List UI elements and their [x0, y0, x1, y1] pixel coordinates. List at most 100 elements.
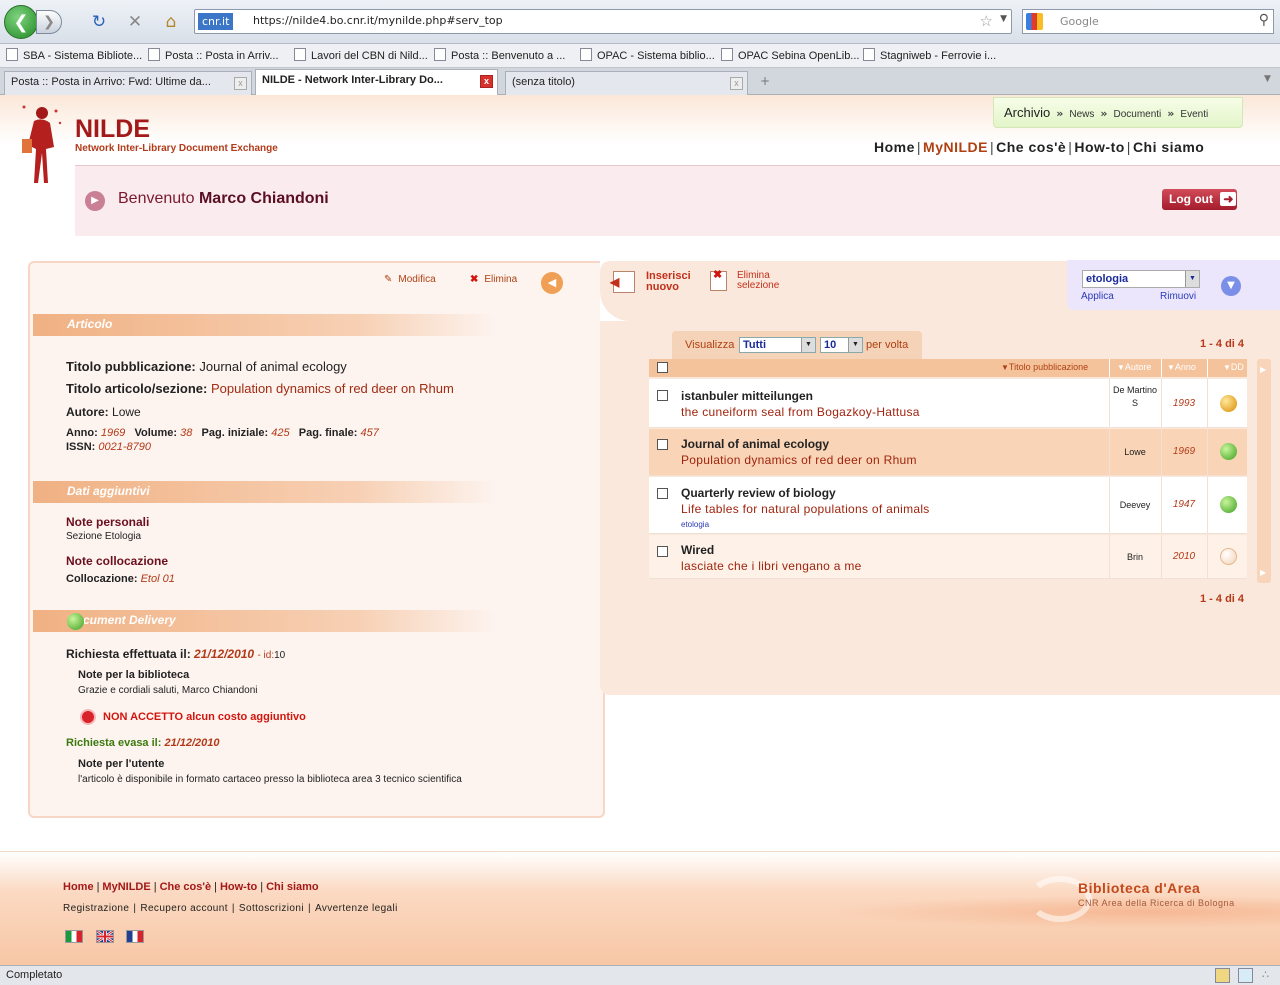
col-year-header[interactable]: ▼Anno: [1167, 362, 1196, 372]
nav-about[interactable]: Chi siamo: [1133, 139, 1204, 155]
close-tab-icon[interactable]: x: [730, 77, 743, 90]
dd-fulfilled-icon[interactable]: [1220, 496, 1237, 513]
new-tab-icon[interactable]: +: [760, 74, 770, 88]
search-bar[interactable]: Google ⚲: [1022, 9, 1274, 34]
table-row[interactable]: Wired lasciate che i libri vengano a me …: [649, 535, 1247, 579]
search-input[interactable]: Google: [1060, 15, 1099, 28]
archive-link[interactable]: Archivio: [1004, 105, 1050, 120]
row-checkbox[interactable]: [657, 546, 668, 557]
table-scrollbar[interactable]: ▶ ▶: [1257, 359, 1271, 583]
tag-filter-select[interactable]: etologia ▼: [1082, 270, 1200, 288]
logo-subtitle: Network Inter-Library Document Exchange: [75, 143, 278, 154]
close-tab-icon[interactable]: x: [234, 77, 247, 90]
back-button[interactable]: ❮: [4, 5, 38, 39]
nav-home[interactable]: Home: [874, 139, 915, 155]
table-row[interactable]: Quarterly review of biology Life tables …: [649, 477, 1247, 534]
logout-button[interactable]: Log out ➜: [1162, 189, 1237, 210]
dd-fulfilled-icon[interactable]: [1220, 443, 1237, 460]
row-checkbox[interactable]: [657, 439, 668, 450]
dd-pending-icon[interactable]: [1220, 395, 1237, 412]
col-title-header[interactable]: ▼Titolo pubblicazione: [1001, 362, 1088, 372]
apply-filter-link[interactable]: Applica: [1081, 291, 1114, 302]
scroll-up-icon[interactable]: ▶: [1260, 365, 1266, 374]
table-row-selected[interactable]: Journal of animal ecology Population dyn…: [649, 429, 1247, 476]
table-row[interactable]: istanbuler mitteilungen the cuneiform se…: [649, 379, 1247, 428]
italian-flag-icon[interactable]: [65, 930, 83, 943]
bookmark-item[interactable]: Posta :: Posta in Arriv...: [148, 48, 279, 62]
insert-new-button[interactable]: ◀ Inserisci nuovo: [610, 271, 691, 293]
bookmark-item[interactable]: Posta :: Benvenuto a ...: [434, 48, 565, 62]
footer-what-is-link[interactable]: Che cos'è: [160, 881, 212, 893]
legal-notes-link[interactable]: Avvertenze legali: [315, 903, 398, 914]
arrow-right-icon: ➜: [1220, 192, 1237, 206]
biblioteca-title[interactable]: Biblioteca d'Area: [1078, 880, 1200, 896]
nav-how-to[interactable]: How-to: [1074, 139, 1124, 155]
collapse-arrow-icon[interactable]: ◀: [541, 272, 563, 294]
main-nav: Home | MyNILDE | Che cos'è | How-to | Chi siamo: [874, 139, 1205, 155]
fulfilled-date: 21/12/2010: [164, 737, 220, 749]
row-year: 1969: [1172, 446, 1196, 457]
view-options-tab: Visualizza Tutti ▼ 10 ▼ per volta: [672, 331, 922, 359]
bookmark-star-icon[interactable]: ☆: [980, 12, 993, 30]
bookmark-item[interactable]: OPAC Sebina OpenLib...: [721, 48, 859, 62]
bookmark-item[interactable]: Stagniweb - Ferrovie i...: [863, 48, 996, 62]
home-icon[interactable]: ⌂: [160, 11, 182, 33]
resize-grip-icon[interactable]: ∴: [1262, 968, 1269, 981]
row-checkbox[interactable]: [657, 488, 668, 499]
tab-list-icon[interactable]: ▼: [1264, 74, 1271, 84]
magnifier-icon[interactable]: ⚲: [1259, 12, 1269, 28]
footer-mynilde-link[interactable]: MyNILDE: [102, 881, 150, 893]
select-all-checkbox[interactable]: [657, 362, 668, 373]
article-title-row: Titolo articolo/sezione: Population dyna…: [66, 381, 454, 396]
feedback-icon[interactable]: [1238, 968, 1253, 983]
bookmark-item[interactable]: OPAC - Sistema biblio...: [580, 48, 715, 62]
expand-filter-icon[interactable]: ▼: [1221, 276, 1241, 296]
user-notes-label: Note per l'utente: [78, 758, 165, 770]
reload-icon[interactable]: ↻: [88, 11, 110, 33]
forward-button[interactable]: ❯: [36, 10, 62, 34]
google-icon[interactable]: [1026, 13, 1043, 30]
browser-tab-active[interactable]: NILDE - Network Inter-Library Do... x: [255, 69, 498, 95]
delete-button[interactable]: ✖ Elimina: [470, 274, 517, 285]
url-bar[interactable]: cnr.it https://nilde4.bo.cnr.it/mynilde.…: [194, 9, 1012, 34]
edit-button[interactable]: ✎ Modifica: [384, 274, 436, 285]
subscriptions-link[interactable]: Sottoscrizioni: [239, 903, 304, 914]
section-document-delivery: Document Delivery: [33, 610, 498, 632]
browser-tab[interactable]: Posta :: Posta in Arrivo: Fwd: Ultime da…: [4, 71, 252, 95]
news-link[interactable]: News: [1069, 109, 1094, 120]
events-link[interactable]: Eventi: [1180, 109, 1208, 120]
delete-selection-button[interactable]: ✖ Elimina selezione: [710, 270, 779, 291]
french-flag-icon[interactable]: [126, 930, 144, 943]
stop-icon[interactable]: ✕: [124, 11, 146, 33]
nav-mynilde[interactable]: MyNILDE: [923, 139, 988, 155]
show-filter-select[interactable]: Tutti ▼: [739, 337, 816, 353]
footer-about-link[interactable]: Chi siamo: [266, 881, 319, 893]
register-link[interactable]: Registrazione: [63, 903, 129, 914]
tab-bar: Posta :: Posta in Arrivo: Fwd: Ultime da…: [0, 68, 1280, 95]
uk-flag-icon[interactable]: [96, 929, 114, 944]
url-dropdown-icon[interactable]: ▼: [1000, 14, 1007, 24]
logo-title[interactable]: NILDE: [75, 115, 150, 144]
scroll-down-icon[interactable]: ▶: [1260, 568, 1266, 577]
site-header: NILDE Network Inter-Library Document Exc…: [0, 95, 1280, 183]
close-tab-icon[interactable]: x: [480, 75, 493, 88]
lock-icon[interactable]: [1215, 968, 1230, 983]
row-tag-link[interactable]: etologia: [681, 520, 709, 529]
dd-none-icon[interactable]: [1220, 548, 1237, 565]
col-author-header[interactable]: ▼Autore: [1117, 362, 1151, 372]
detail-panel: ✎ Modifica ✖ Elimina ◀ Articolo Titolo pub…: [28, 261, 605, 818]
bookmark-item[interactable]: Lavori del CBN di Nild...: [294, 48, 428, 62]
nav-what-is[interactable]: Che cos'è: [996, 139, 1066, 155]
documents-link[interactable]: Documenti: [1113, 109, 1161, 120]
account-recovery-link[interactable]: Recupero account: [140, 903, 228, 914]
browser-tab[interactable]: (senza titolo) x: [505, 71, 748, 95]
row-title: Quarterly review of biology: [681, 486, 836, 500]
footer-home-link[interactable]: Home: [63, 881, 94, 893]
bookmark-item[interactable]: SBA - Sistema Bibliote...: [6, 48, 142, 62]
row-checkbox[interactable]: [657, 390, 668, 401]
col-dd-header[interactable]: ▼DD: [1223, 362, 1244, 372]
request-date: 21/12/2010: [194, 647, 255, 661]
footer-how-to-link[interactable]: How-to: [220, 881, 257, 893]
remove-filter-link[interactable]: Rimuovi: [1160, 291, 1196, 302]
per-page-select[interactable]: 10 ▼: [820, 337, 863, 353]
